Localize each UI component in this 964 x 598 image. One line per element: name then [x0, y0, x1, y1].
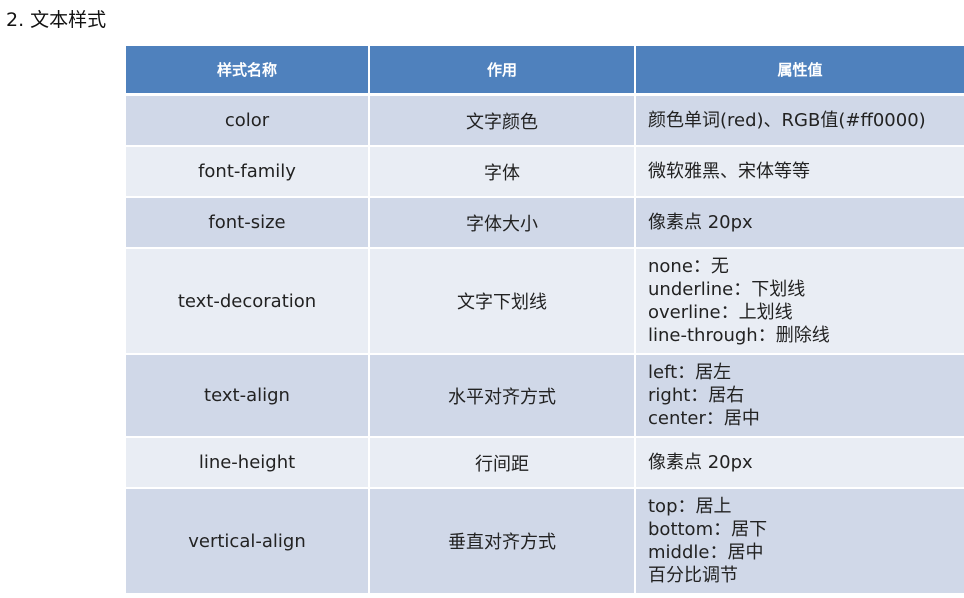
header-style-name: 样式名称: [126, 46, 370, 96]
style-name-cell: color: [126, 94, 370, 147]
value-line: underline：下划线: [648, 279, 806, 300]
style-name-cell: vertical-align: [126, 488, 370, 595]
value-line: middle：居中: [648, 542, 764, 563]
value-line: none：无: [648, 256, 729, 277]
header-effect: 作用: [369, 46, 636, 96]
table-row: font-size 字体大小 像素点 20px: [126, 197, 964, 249]
style-name-cell: line-height: [126, 437, 370, 489]
value-line: 百分比调节: [648, 565, 738, 586]
value-line: left：居左: [648, 362, 732, 383]
table-row: color 文字颜色 颜色单词(red)、RGB值(#ff0000): [126, 94, 964, 147]
table-row: font-family 字体 微软雅黑、宋体等等: [126, 146, 964, 198]
effect-cell: 文字下划线: [369, 248, 636, 355]
table-row: vertical-align 垂直对齐方式 top：居上 bottom：居下 m…: [126, 488, 964, 595]
value-line: 像素点 20px: [648, 212, 753, 233]
value-cell: top：居上 bottom：居下 middle：居中 百分比调节: [635, 488, 964, 595]
table-row: text-align 水平对齐方式 left：居左 right：居右 cente…: [126, 354, 964, 438]
value-line: top：居上: [648, 496, 732, 517]
table-row: text-decoration 文字下划线 none：无 underline：下…: [126, 248, 964, 355]
value-line: 像素点 20px: [648, 452, 753, 473]
value-line: 微软雅黑、宋体等等: [648, 161, 810, 182]
value-cell: 微软雅黑、宋体等等: [635, 146, 964, 198]
effect-cell: 文字颜色: [369, 94, 636, 147]
value-cell: 像素点 20px: [635, 437, 964, 489]
value-line: center：居中: [648, 408, 760, 429]
style-name-cell: text-align: [126, 354, 370, 438]
section-heading: 2. 文本样式: [6, 9, 107, 31]
table-header-row: 样式名称 作用 属性值: [126, 46, 964, 96]
effect-cell: 字体大小: [369, 197, 636, 249]
text-style-table: 样式名称 作用 属性值 color 文字颜色 颜色单词(red)、RGB值(#f…: [126, 46, 964, 595]
value-line: overline：上划线: [648, 302, 793, 323]
header-property-value: 属性值: [635, 46, 964, 96]
effect-cell: 字体: [369, 146, 636, 198]
effect-cell: 垂直对齐方式: [369, 488, 636, 595]
value-cell: 像素点 20px: [635, 197, 964, 249]
value-cell: left：居左 right：居右 center：居中: [635, 354, 964, 438]
value-cell: none：无 underline：下划线 overline：上划线 line-t…: [635, 248, 964, 355]
value-line: 颜色单词(red)、RGB值(#ff0000): [648, 110, 926, 131]
effect-cell: 行间距: [369, 437, 636, 489]
effect-cell: 水平对齐方式: [369, 354, 636, 438]
style-name-cell: font-family: [126, 146, 370, 198]
value-line: line-through：删除线: [648, 325, 830, 346]
table-row: line-height 行间距 像素点 20px: [126, 437, 964, 489]
style-name-cell: font-size: [126, 197, 370, 249]
value-line: right：居右: [648, 385, 745, 406]
value-line: bottom：居下: [648, 519, 768, 540]
style-name-cell: text-decoration: [126, 248, 370, 355]
value-cell: 颜色单词(red)、RGB值(#ff0000): [635, 94, 964, 147]
